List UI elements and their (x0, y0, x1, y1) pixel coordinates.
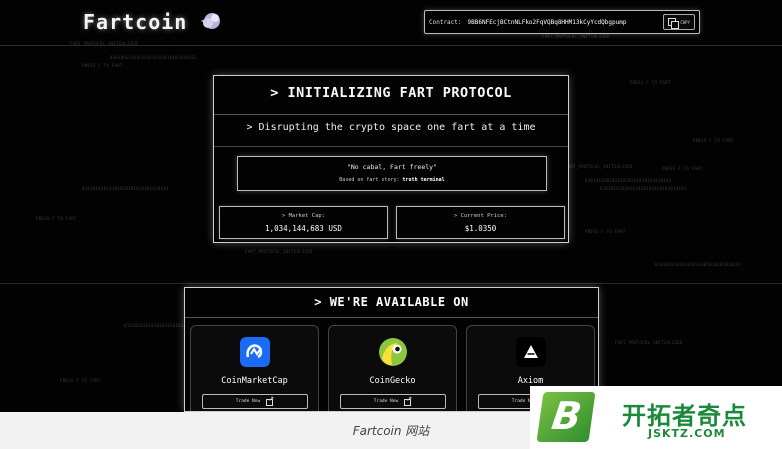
trade-now-button[interactable]: Trade Now (340, 394, 446, 409)
bg-text: PRESS F TO FART (60, 378, 101, 383)
trade-now-button[interactable]: Trade Now (202, 394, 308, 409)
copy-button[interactable]: COPY (663, 14, 695, 30)
watermark-cn: 开拓者奇点 (622, 402, 747, 430)
site-watermark: 开拓者奇点 JSKTZ.COM (530, 386, 782, 449)
quote-box: "No cabal, Fart freely" Based on fart st… (237, 156, 547, 191)
bg-text: 01010101010101010101010101010101 (600, 186, 687, 191)
market-cap-value: 1,034,144,683 USD (265, 224, 342, 233)
market-cap-box: > Market Cap: 1,034,144,683 USD (219, 206, 388, 239)
bg-text: 01010101010101010101010101010101 (585, 178, 672, 183)
price-label: > Current Price: (454, 213, 507, 219)
fart-cloud-icon (201, 13, 220, 29)
bg-text: 01010101010101010101010101010101 (82, 186, 169, 191)
bg-text: PRESS F TO FART (630, 80, 671, 85)
exchange-name: CoinMarketCap (221, 376, 288, 386)
hero-title: > INITIALIZING FART PROTOCOL (270, 85, 512, 101)
divider (214, 146, 568, 147)
divider (0, 283, 782, 284)
bg-text: 01010101010101010101010101010101 (110, 55, 197, 60)
watermark-en: JSKTZ.COM (648, 427, 726, 440)
bg-text: 01010101010101010101010101010101 (655, 262, 742, 267)
story-prefix: Based on fart story: (339, 177, 400, 183)
contract-address[interactable]: 9BB6NFEcjBCtnNLFko2FqVQBq8HHM13kCyYcdQbg… (468, 19, 664, 26)
contract-box: Contract: 9BB6NFEcjBCtnNLFko2FqVQBq8HHM1… (424, 10, 700, 34)
price-box: > Current Price: $1.0350 (396, 206, 565, 239)
external-link-icon (404, 395, 412, 406)
axiom-icon (516, 337, 546, 367)
bg-text: FART_PROTOCOL_INITIALIZED (542, 34, 610, 39)
contract-label: Contract: (429, 18, 462, 26)
coinmarketcap-icon (240, 337, 270, 367)
divider (214, 114, 568, 115)
exchange-card-coinmarketcap[interactable]: CoinMarketCap Trade Now (190, 325, 319, 411)
trade-now-label: Trade Now (373, 399, 399, 404)
bg-text: FART_PROTOCOL_INITIALIZED (615, 340, 683, 345)
story-link[interactable]: truth terminal (403, 177, 445, 183)
bg-text: PRESS F TO FART (36, 216, 77, 221)
website-screenshot: FART_PROTOCOL_INITIALIZED PRESS F TO FAR… (0, 0, 782, 412)
external-link-icon (266, 395, 274, 406)
copy-label: COPY (680, 19, 690, 25)
copy-icon (668, 17, 680, 29)
divider (185, 317, 598, 318)
hero-tagline: > Disrupting the crypto space one fart a… (246, 122, 536, 133)
trade-now-label: Trade Now (235, 399, 261, 404)
divider (0, 45, 782, 46)
available-title: > WE'RE AVAILABLE ON (314, 295, 469, 309)
coingecko-icon (379, 338, 407, 366)
market-cap-label: > Market Cap: (281, 213, 326, 219)
price-value: $1.0350 (464, 224, 497, 233)
story-line: Based on fart story: truth terminal (238, 177, 546, 183)
logo-text[interactable]: Fartcoin (83, 10, 187, 34)
bg-text: PRESS F TO FART (585, 229, 626, 234)
hero-panel: > INITIALIZING FART PROTOCOL > Disruptin… (213, 75, 569, 243)
watermark-logo-icon (536, 392, 596, 442)
bg-text: PRESS F TO FART (662, 166, 703, 171)
bg-text: FART_PROTOCOL_INITIALIZED (245, 249, 313, 254)
bg-text: FART_PROTOCOL_INITIALIZED (565, 164, 633, 169)
exchange-name: Axiom (517, 376, 544, 386)
bg-text: PRESS F TO FART (82, 63, 123, 68)
bg-text: PRESS F TO FART (693, 138, 734, 143)
quote-text: "No cabal, Fart freely" (346, 163, 437, 171)
exchange-card-coingecko[interactable]: CoinGecko Trade Now (328, 325, 457, 411)
exchange-name: CoinGecko (369, 376, 416, 386)
